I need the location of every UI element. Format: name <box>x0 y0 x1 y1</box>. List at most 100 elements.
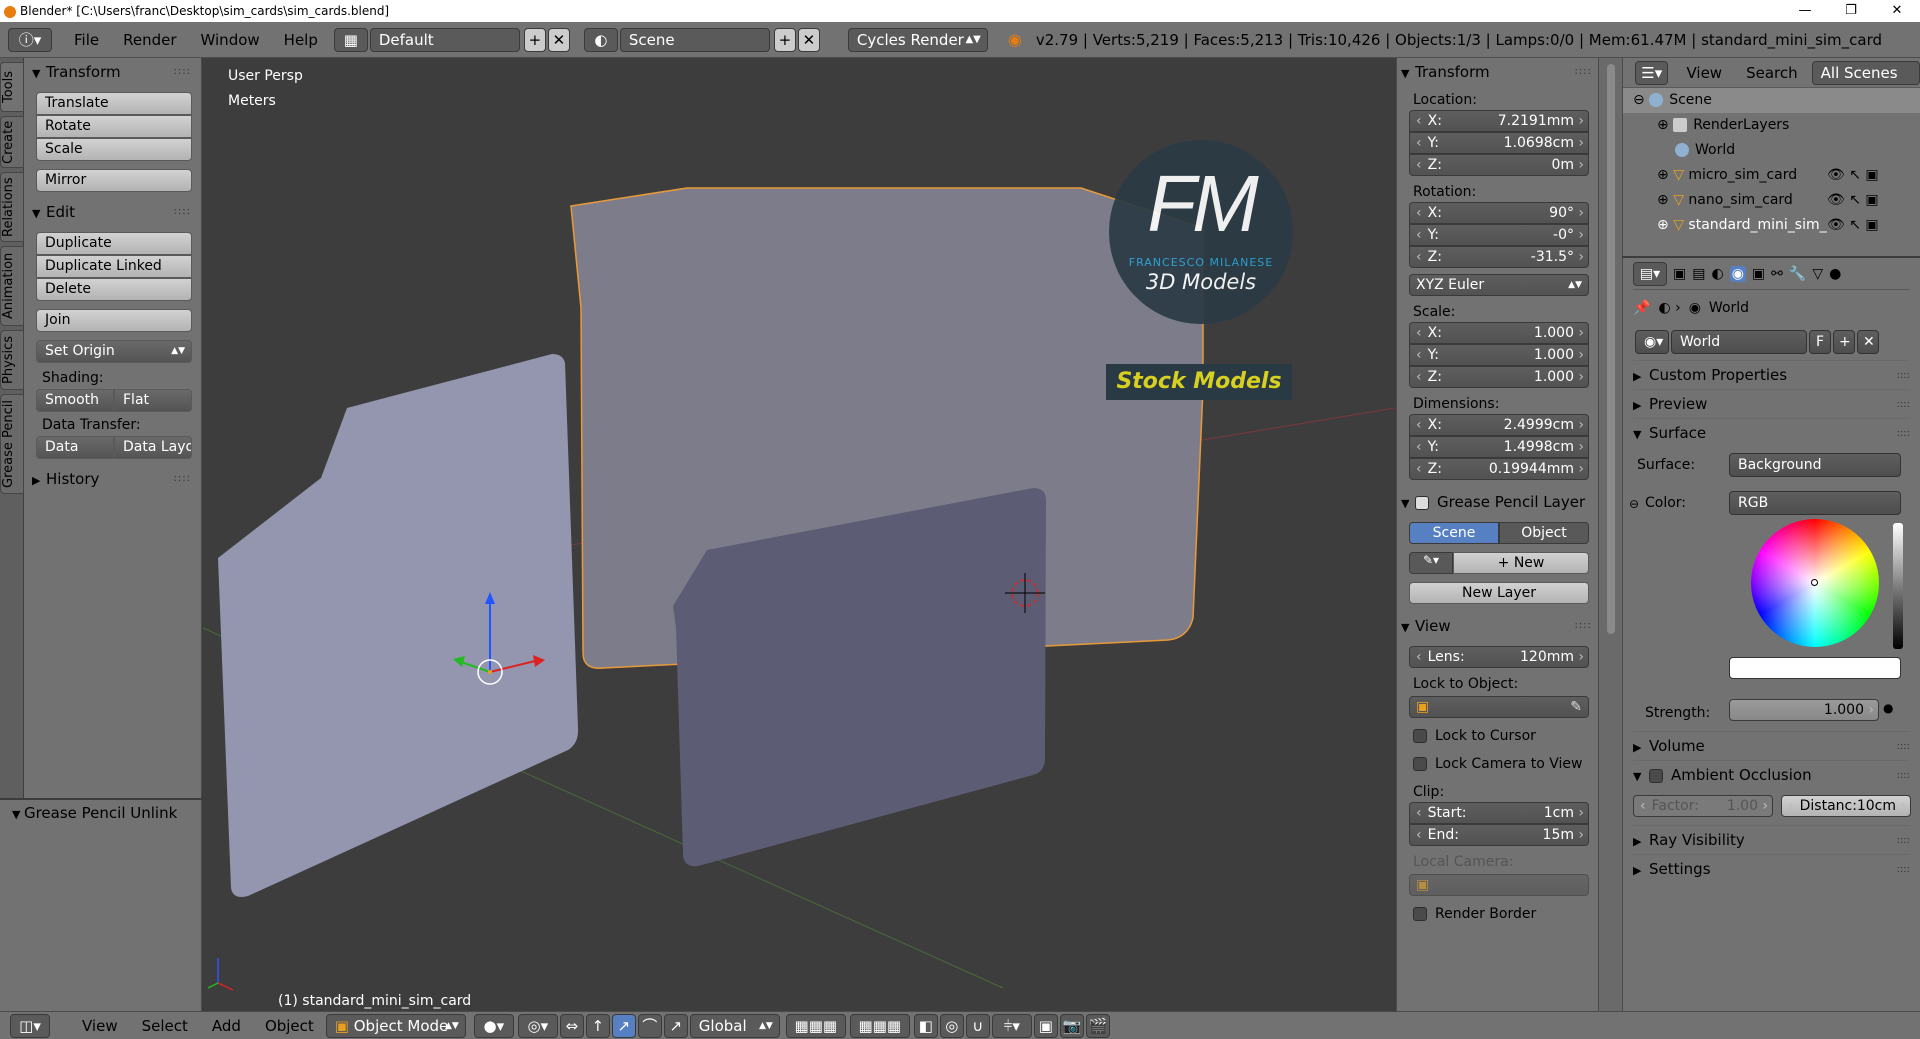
color-socket-icon[interactable]: ⊖ <box>1629 497 1639 511</box>
outliner-menu-search[interactable]: Search <box>1734 64 1810 82</box>
transform-orientation-select[interactable]: Global ▲▼ <box>689 1013 780 1038</box>
delete-scene-x-icon[interactable]: ✕ <box>797 27 820 52</box>
scale-manipulator-icon[interactable]: ⌒ <box>637 1013 662 1038</box>
outliner-row-scene[interactable]: ⊖ Scene <box>1623 88 1920 113</box>
material-tab-icon[interactable]: ● <box>1829 266 1841 282</box>
grease-pencil-layer-header[interactable]: ▼ Grease Pencil Layer <box>1401 490 1594 514</box>
data-button[interactable]: Data <box>36 436 114 459</box>
gp-new-button[interactable]: + New <box>1453 552 1589 574</box>
scene-tab-icon[interactable]: ◐ <box>1711 266 1723 282</box>
render-animation-icon[interactable]: 🎬 <box>1085 1013 1110 1038</box>
render-tab-icon[interactable]: ▣ <box>1673 266 1686 282</box>
tab-relations[interactable]: Relations <box>0 172 24 242</box>
add-screen-plus-icon[interactable]: + <box>523 27 546 52</box>
strength-socket-icon[interactable]: ● <box>1883 701 1893 715</box>
color-swatch[interactable] <box>1729 657 1901 679</box>
add-scene-plus-icon[interactable]: + <box>773 27 796 52</box>
data-tab-icon[interactable]: ▽ <box>1812 266 1823 282</box>
render-border-option[interactable]: Render Border <box>1413 906 1594 922</box>
local-camera-field[interactable]: ▣ <box>1409 874 1589 896</box>
pin-icon[interactable]: 📌 <box>1633 300 1650 316</box>
menu-render[interactable]: Render <box>111 31 188 49</box>
rotate-manipulator-icon[interactable]: ↗ <box>611 1013 636 1038</box>
minimize-button[interactable]: — <box>1782 0 1828 22</box>
grease-pencil-unlinked-panel[interactable]: ▼ Grease Pencil Unlink <box>0 800 202 1023</box>
menu-window[interactable]: Window <box>189 31 272 49</box>
outliner-row-micro-sim-card[interactable]: ⊕ ▽ micro_sim_card 👁 ↖ ▣ <box>1623 163 1920 188</box>
layers-grid-2[interactable]: ▦▦▦ <box>849 1013 910 1038</box>
outliner-row-renderlayers[interactable]: ⊕ RenderLayers <box>1623 113 1920 138</box>
gp-pencil-icon[interactable]: ✎▾ <box>1409 552 1453 574</box>
flat-button[interactable]: Flat <box>114 389 192 412</box>
ambient-occlusion-section[interactable]: ▼ Ambient Occlusion:::: <box>1633 760 1910 789</box>
volume-section[interactable]: ▶ Volume:::: <box>1633 731 1910 760</box>
world-name-field[interactable]: World <box>1671 330 1807 354</box>
world-tab-icon[interactable]: ◉ <box>1729 265 1746 282</box>
gp-object-button[interactable]: Object <box>1499 522 1589 544</box>
tab-create[interactable]: Create <box>0 116 24 168</box>
surface-section[interactable]: ▼ Surface:::: <box>1633 418 1910 447</box>
manipulator-toggle-icon[interactable]: ⇔ <box>559 1013 584 1038</box>
dimensions-z-field[interactable]: Z:0.19944mm <box>1409 458 1589 480</box>
editor-type-3d-view-icon[interactable]: ◫▾ <box>10 1013 50 1038</box>
unlink-world-x-icon[interactable]: ✕ <box>1857 330 1879 354</box>
menu-select[interactable]: Select <box>130 1017 200 1035</box>
render-camera-icon[interactable]: 📷 <box>1059 1013 1084 1038</box>
close-button[interactable]: ✕ <box>1874 0 1920 22</box>
tab-physics[interactable]: Physics <box>0 330 24 390</box>
visibility-eye-icon[interactable]: 👁 ↖ ▣ <box>1827 188 1879 213</box>
transform-panel-header[interactable]: ▼ Transform:::: <box>32 60 193 84</box>
maximize-button[interactable]: ❐ <box>1828 0 1874 22</box>
lock-to-cursor-option[interactable]: Lock to Cursor <box>1413 728 1594 744</box>
preview-section[interactable]: ▶ Preview:::: <box>1633 389 1910 418</box>
outliner-menu-view[interactable]: View <box>1674 64 1734 82</box>
dimensions-x-field[interactable]: X:2.4999cm <box>1409 414 1589 436</box>
menu-add[interactable]: Add <box>200 1017 253 1035</box>
scale-x-field[interactable]: X:1.000 <box>1409 322 1589 344</box>
menu-file[interactable]: File <box>62 31 111 49</box>
outliner-editor-icon[interactable]: ☰▾ <box>1635 60 1669 85</box>
delete-button[interactable]: Delete <box>36 278 192 301</box>
object-mode-select[interactable]: ▣ Object Mode ▲▼ <box>325 1013 466 1038</box>
scrollbar-thumb[interactable] <box>1606 64 1615 634</box>
color-mode-select[interactable]: RGB <box>1729 491 1901 515</box>
outliner-row-nano-sim-card[interactable]: ⊕ ▽ nano_sim_card 👁 ↖ ▣ <box>1623 188 1920 213</box>
clip-start-field[interactable]: Start:1cm <box>1409 802 1589 824</box>
gp-scene-button[interactable]: Scene <box>1409 522 1499 544</box>
mirror-button[interactable]: Mirror <box>36 169 192 192</box>
tab-tools[interactable]: Tools <box>0 62 24 112</box>
dimensions-y-field[interactable]: Y:1.4998cm <box>1409 436 1589 458</box>
tab-grease-pencil[interactable]: Grease Pencil <box>0 394 24 494</box>
manipulator-extra-icon[interactable]: ↗ <box>663 1013 688 1038</box>
editor-type-info-icon[interactable]: ⓘ▾ <box>8 27 52 52</box>
location-z-field[interactable]: Z:0m <box>1409 154 1589 176</box>
object-tab-icon[interactable]: ▣ <box>1752 266 1765 282</box>
translate-button[interactable]: Translate <box>36 92 192 115</box>
visibility-eye-icon[interactable]: 👁 ↖ ▣ <box>1827 213 1879 238</box>
layers-tab-icon[interactable]: ▤ <box>1692 266 1705 282</box>
gp-new-layer-button[interactable]: New Layer <box>1409 582 1589 604</box>
micro-sim-card-mesh[interactable] <box>218 354 579 897</box>
lock-to-object-field[interactable]: ▣ ✎ <box>1409 696 1589 718</box>
rotation-mode-select[interactable]: XYZ Euler ▲▼ <box>1409 274 1589 296</box>
outliner-row-standard-mini-sim-card[interactable]: ⊕ ▽ standard_mini_sim_ 👁 ↖ ▣ <box>1623 213 1920 238</box>
transform-region-header[interactable]: ▼ Transform:::: <box>1401 60 1594 84</box>
menu-help[interactable]: Help <box>272 31 330 49</box>
scene-field[interactable]: Scene <box>619 27 770 52</box>
properties-editor-icon[interactable]: ▤▾ <box>1633 261 1667 286</box>
opengl-render-icon[interactable]: ▣ <box>1033 1013 1058 1038</box>
grease-pencil-layer-checkbox[interactable] <box>1415 495 1429 510</box>
outliner-row-world[interactable]: World <box>1623 138 1920 163</box>
color-wheel[interactable] <box>1751 519 1879 647</box>
new-world-plus-icon[interactable]: + <box>1833 330 1855 354</box>
scale-z-field[interactable]: Z:1.000 <box>1409 366 1589 388</box>
ao-factor-field[interactable]: Factor:1.00 <box>1633 795 1773 817</box>
scene-icon[interactable]: ◐ <box>583 27 618 52</box>
world-browse-icon[interactable]: ◉▾ <box>1635 330 1669 354</box>
lock-layers-icon[interactable]: ◧ <box>913 1013 938 1038</box>
region-scrollbar[interactable] <box>1598 58 1622 1023</box>
ao-distance-field[interactable]: Distanc:10cm <box>1781 795 1911 817</box>
duplicate-linked-button[interactable]: Duplicate Linked <box>36 255 192 278</box>
screen-layout-field[interactable]: Default <box>369 27 520 52</box>
location-x-field[interactable]: X:7.2191mm <box>1409 110 1589 132</box>
